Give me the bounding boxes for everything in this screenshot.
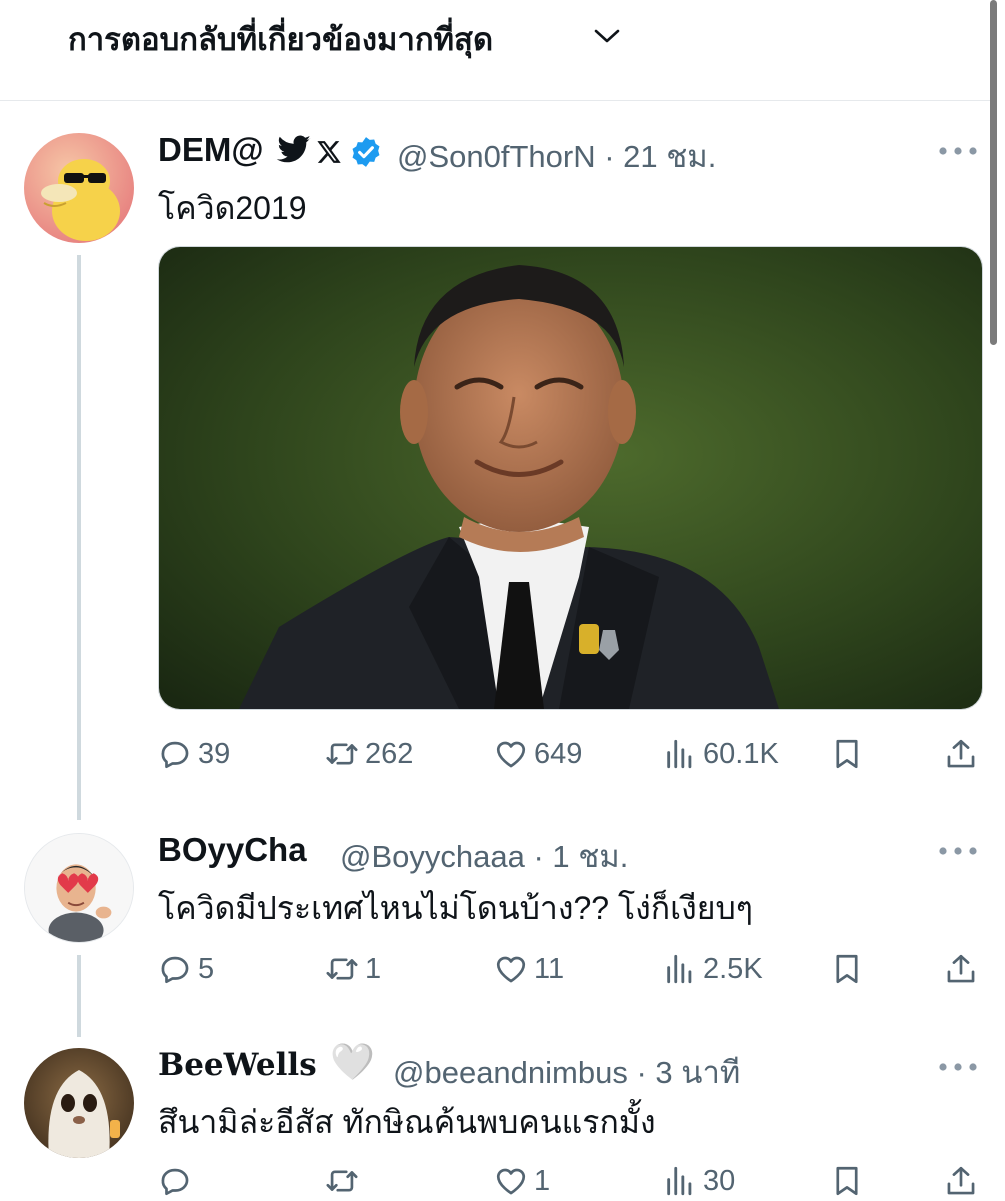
retweet-button[interactable]: 1 — [325, 949, 381, 989]
reply-button[interactable]: 39 — [158, 734, 230, 774]
like-button[interactable]: 649 — [494, 734, 582, 774]
views-count: 30 — [703, 1164, 736, 1197]
reply-count: 5 — [198, 952, 215, 985]
views-button[interactable]: 60.1K — [663, 734, 779, 774]
tweet-media-photo[interactable] — [158, 246, 983, 710]
share-icon — [944, 737, 978, 771]
replies-sort-header[interactable]: การตอบกลับที่เกี่ยวข้องมากที่สุด — [0, 0, 990, 101]
like-count: 649 — [534, 737, 583, 770]
more-icon[interactable] — [938, 846, 978, 856]
like-icon — [494, 737, 528, 771]
scrollbar-thumb[interactable] — [990, 0, 997, 345]
thread-line — [77, 255, 81, 820]
reply-button[interactable] — [158, 1161, 198, 1201]
retweet-icon — [325, 1164, 359, 1198]
bookmark-icon — [830, 952, 864, 986]
reply-icon — [158, 1164, 192, 1198]
reply-count: 39 — [198, 737, 231, 770]
like-button[interactable]: 11 — [494, 949, 564, 989]
reply-icon — [158, 952, 192, 986]
tweet-text: สึนามิล่ะอีสัส ทักษิณค้นพบคนแรกมั้ง — [158, 1104, 656, 1140]
views-button[interactable]: 2.5K — [663, 949, 763, 989]
avatar[interactable] — [24, 833, 134, 943]
views-button[interactable]: 30 — [663, 1161, 735, 1201]
sort-title[interactable]: การตอบกลับที่เกี่ยวข้องมากที่สุด — [68, 14, 493, 64]
like-icon — [494, 1164, 528, 1198]
thread-line — [77, 955, 81, 1037]
bookmark-icon — [830, 1164, 864, 1198]
author-name[interactable]: DEM@ — [158, 131, 264, 169]
share-button[interactable] — [944, 1161, 978, 1201]
tweet-text: โควิด2019 — [158, 190, 307, 226]
bird-icon — [276, 135, 311, 163]
white-heart-emoji: 🤍 — [330, 1041, 375, 1082]
retweet-count: 262 — [365, 737, 414, 770]
views-icon — [663, 1164, 697, 1198]
like-count: 1 — [534, 1164, 551, 1197]
views-icon — [663, 737, 697, 771]
retweet-button[interactable]: 262 — [325, 734, 413, 774]
bookmark-icon — [830, 737, 864, 771]
bookmark-button[interactable] — [830, 734, 864, 774]
bookmark-button[interactable] — [830, 1161, 864, 1201]
share-icon — [944, 952, 978, 986]
tweet-text: โควิดมีประเทศไหนไม่โดนบ้าง?? โง่ก็เงียบๆ — [158, 890, 753, 926]
author-name[interactable]: BOyyCha — [158, 831, 307, 869]
bookmark-button[interactable] — [830, 949, 864, 989]
avatar[interactable] — [24, 133, 134, 243]
avatar[interactable] — [24, 1048, 134, 1158]
views-count: 2.5K — [703, 952, 763, 985]
like-button[interactable]: 1 — [494, 1161, 550, 1201]
views-count: 60.1K — [703, 737, 779, 770]
author-name[interactable]: BeeWells — [158, 1047, 317, 1083]
retweet-button[interactable] — [325, 1161, 365, 1201]
chevron-down-icon[interactable] — [592, 24, 622, 48]
more-icon[interactable] — [938, 146, 978, 156]
retweet-icon — [325, 737, 359, 771]
x-logo-icon — [317, 141, 341, 163]
verified-icon — [352, 137, 380, 167]
like-icon — [494, 952, 528, 986]
retweet-icon — [325, 952, 359, 986]
reply-button[interactable]: 5 — [158, 949, 214, 989]
retweet-count: 1 — [365, 952, 382, 985]
reply-icon — [158, 737, 192, 771]
share-icon — [944, 1164, 978, 1198]
author-handle-time[interactable]: @Boyychaaa · 1 ชม. — [340, 831, 628, 881]
share-button[interactable] — [944, 949, 978, 989]
more-icon[interactable] — [938, 1062, 978, 1072]
author-handle-time[interactable]: @Son0fThorN · 21 ชม. — [397, 131, 716, 181]
author-handle-time[interactable]: @beeandnimbus · 3 นาที — [393, 1047, 740, 1097]
like-count: 11 — [534, 952, 565, 985]
share-button[interactable] — [944, 734, 978, 774]
views-icon — [663, 952, 697, 986]
